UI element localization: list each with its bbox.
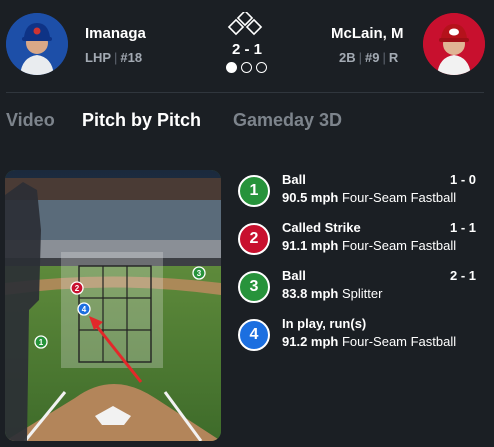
pitch-count: 2 - 1 (449, 268, 476, 283)
pitch-speed: 83.8 mph (282, 286, 339, 301)
pitcher-hand: LHP (85, 50, 111, 65)
pitcher-avatar (6, 13, 68, 75)
pitch-item[interactable]: 2 Called Strike 1 - 1 91.1 mph Four-Seam Fa… (238, 220, 484, 264)
pitch-location-view[interactable]: 1 2 3 4 (5, 170, 221, 441)
out-dot (226, 62, 237, 73)
pitch-marker[interactable]: 2 (70, 281, 84, 295)
pitch-marker-label: 2 (75, 284, 80, 293)
pitcher-name: Imanaga (85, 25, 146, 42)
pitch-marker[interactable]: 1 (34, 335, 48, 349)
ball-strike-count: 2 - 1 (231, 41, 262, 58)
tab-pitch-by-pitch[interactable]: Pitch by Pitch (82, 110, 201, 131)
pitch-detail: 91.2 mph Four-Seam Fastball (282, 334, 456, 349)
pitch-result: In play, run(s) (282, 316, 367, 331)
batter-position: 2B (339, 50, 356, 65)
pitch-marker[interactable]: 3 (192, 266, 206, 280)
pitch-speed: 91.2 mph (282, 334, 339, 349)
pitcher-meta: LHP | #18 (85, 50, 143, 65)
pitch-item[interactable]: 3 Ball 2 - 1 83.8 mph Splitter (238, 268, 484, 312)
header-divider (6, 92, 484, 93)
out-dot (241, 62, 252, 73)
pitch-number-badge: 4 (238, 319, 270, 351)
pitch-count: 1 - 1 (449, 220, 476, 235)
pitch-type: Splitter (341, 286, 383, 301)
pitch-item[interactable]: 4 In play, run(s) 91.2 mph Four-Seam Fastb… (238, 316, 484, 360)
out-dot (256, 62, 267, 73)
pitch-number-badge: 2 (238, 223, 270, 255)
pitch-speed: 91.1 mph (282, 238, 339, 253)
pitch-result: Ball (282, 268, 306, 283)
pitch-speed: 90.5 mph (282, 190, 339, 205)
pitch-number-badge: 3 (238, 271, 270, 303)
bases-icon (227, 9, 263, 36)
pitch-list: 1 Ball 1 - 0 90.5 mph Four-Seam Fastball 2 Ca… (238, 172, 484, 372)
batter-name: McLain, M (331, 25, 404, 42)
outs-indicator (226, 62, 268, 74)
pitch-type: Four-Seam Fastball (341, 334, 457, 349)
tab-video[interactable]: Video (6, 110, 55, 131)
tab-bar: Video Pitch by Pitch Gameday 3D (0, 110, 494, 134)
tab-gameday-3d[interactable]: Gameday 3D (233, 110, 342, 131)
pitch-item[interactable]: 1 Ball 1 - 0 90.5 mph Four-Seam Fastball (238, 172, 484, 216)
pitch-marker-label: 3 (197, 269, 202, 278)
pitch-count: 1 - 0 (449, 172, 476, 187)
pitch-detail: 83.8 mph Splitter (282, 286, 382, 301)
pitch-type: Four-Seam Fastball (341, 238, 457, 253)
pitch-marker-label: 4 (82, 305, 87, 314)
pitch-marker[interactable]: 4 (77, 302, 91, 316)
batter-meta: 2B | #9 | R (339, 50, 399, 65)
pitch-type: Four-Seam Fastball (341, 190, 457, 205)
pitch-result: Ball (282, 172, 306, 187)
batter-bats: R (388, 50, 399, 65)
pitch-result: Called Strike (282, 220, 361, 235)
pitch-detail: 90.5 mph Four-Seam Fastball (282, 190, 456, 205)
batter-avatar (423, 13, 485, 75)
zone-overlay (61, 252, 163, 368)
strike-zone-plot: 1 2 3 4 (5, 170, 221, 441)
count-widget: 2 - 1 (220, 9, 274, 76)
pitcher-number: #18 (120, 50, 143, 65)
matchup-header: Imanaga LHP | #18 2 - 1 McLain, M 2B | #9 | R (0, 0, 494, 92)
pitch-number-badge: 1 (238, 175, 270, 207)
pitch-detail: 91.1 mph Four-Seam Fastball (282, 238, 456, 253)
pitch-marker-label: 1 (39, 338, 44, 347)
batter-number: #9 (365, 50, 380, 65)
